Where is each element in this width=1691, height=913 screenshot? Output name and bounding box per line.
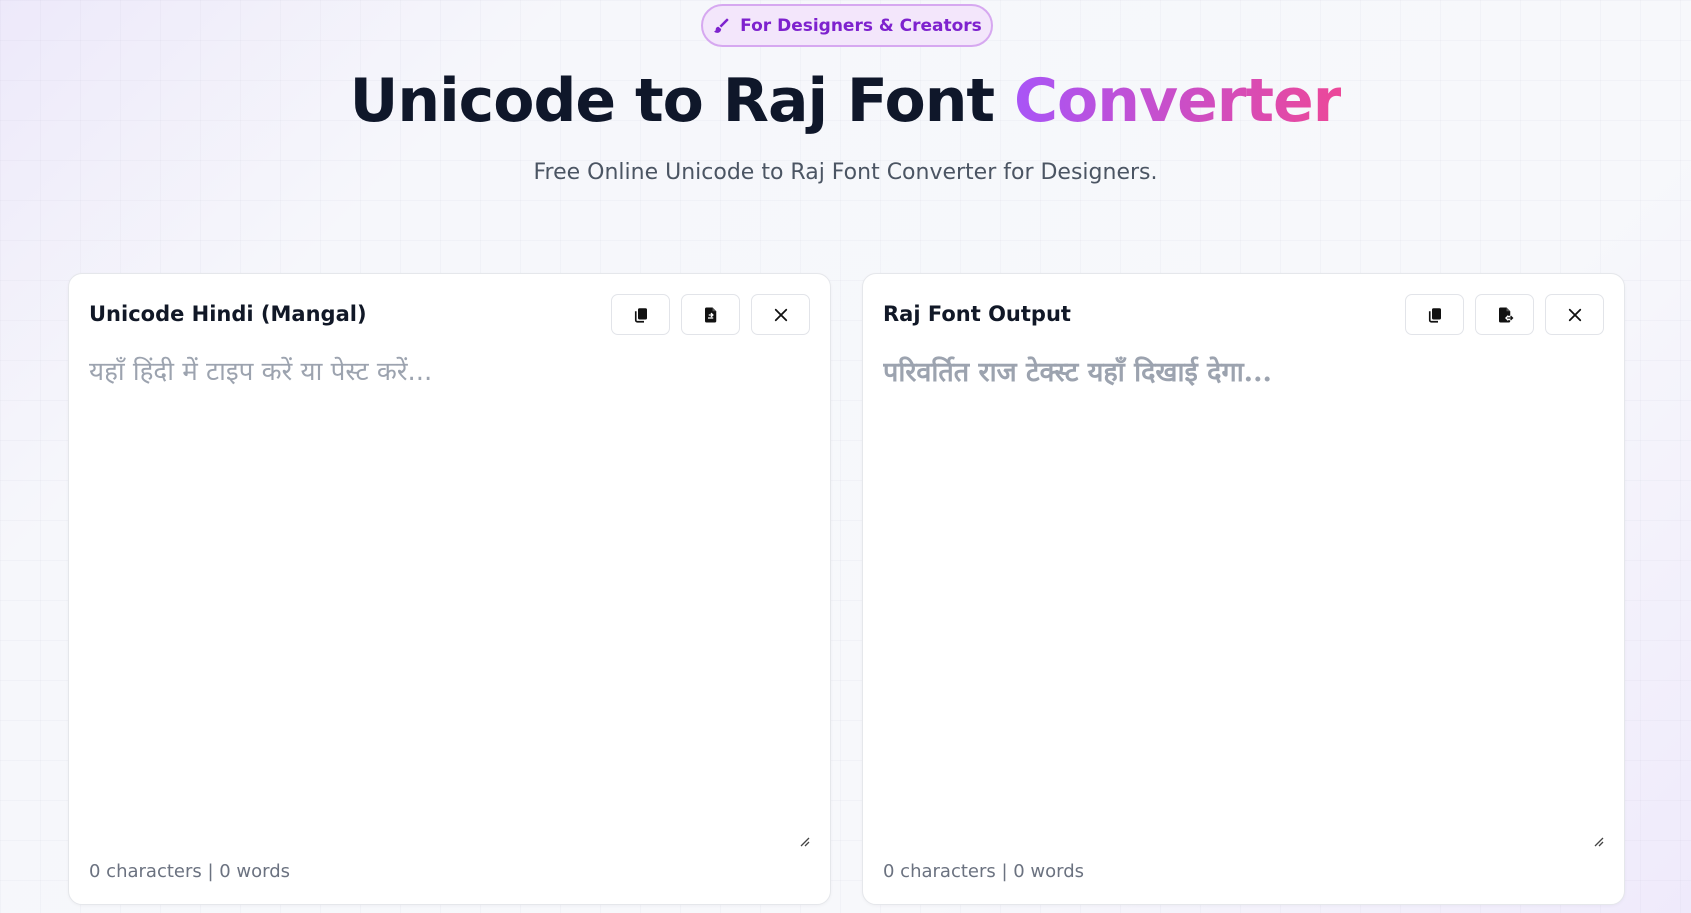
title-main: Unicode to Raj Font: [349, 66, 1014, 136]
raj-output-textarea[interactable]: [883, 352, 1604, 832]
output-toolbar: [1405, 294, 1604, 335]
input-clear-button[interactable]: [751, 294, 810, 335]
page-title: Unicode to Raj Font Converter: [0, 66, 1691, 136]
raj-output-panel: Raj Font Output 0 characters | 0 words: [862, 273, 1625, 905]
resize-grip-icon[interactable]: [798, 835, 810, 847]
input-toolbar: [611, 294, 810, 335]
unicode-input-panel: Unicode Hindi (Mangal) 0 characters | 0 …: [68, 273, 831, 905]
output-counter: 0 characters | 0 words: [883, 861, 1085, 882]
paint-brush-icon: [714, 18, 729, 33]
copy-icon: [1428, 307, 1441, 323]
copy-icon: [634, 307, 647, 323]
input-counter: 0 characters | 0 words: [89, 861, 291, 882]
export-file-icon: [1498, 307, 1513, 322]
output-export-button[interactable]: [1475, 294, 1534, 335]
close-icon: [1568, 308, 1581, 321]
page-subtitle: Free Online Unicode to Raj Font Converte…: [533, 160, 1158, 185]
output-copy-button[interactable]: [1405, 294, 1464, 335]
unicode-input-textarea[interactable]: [89, 352, 810, 832]
resize-grip-icon[interactable]: [1592, 835, 1604, 847]
output-clear-button[interactable]: [1545, 294, 1604, 335]
designers-badge: For Designers & Creators: [701, 4, 993, 47]
close-icon: [774, 308, 787, 321]
input-copy-button[interactable]: [611, 294, 670, 335]
title-accent: Converter: [1014, 66, 1342, 136]
input-panel-title: Unicode Hindi (Mangal): [89, 302, 367, 326]
paste-file-icon: [704, 307, 716, 322]
badge-label: For Designers & Creators: [740, 15, 982, 36]
input-paste-file-button[interactable]: [681, 294, 740, 335]
output-panel-title: Raj Font Output: [883, 302, 1071, 326]
